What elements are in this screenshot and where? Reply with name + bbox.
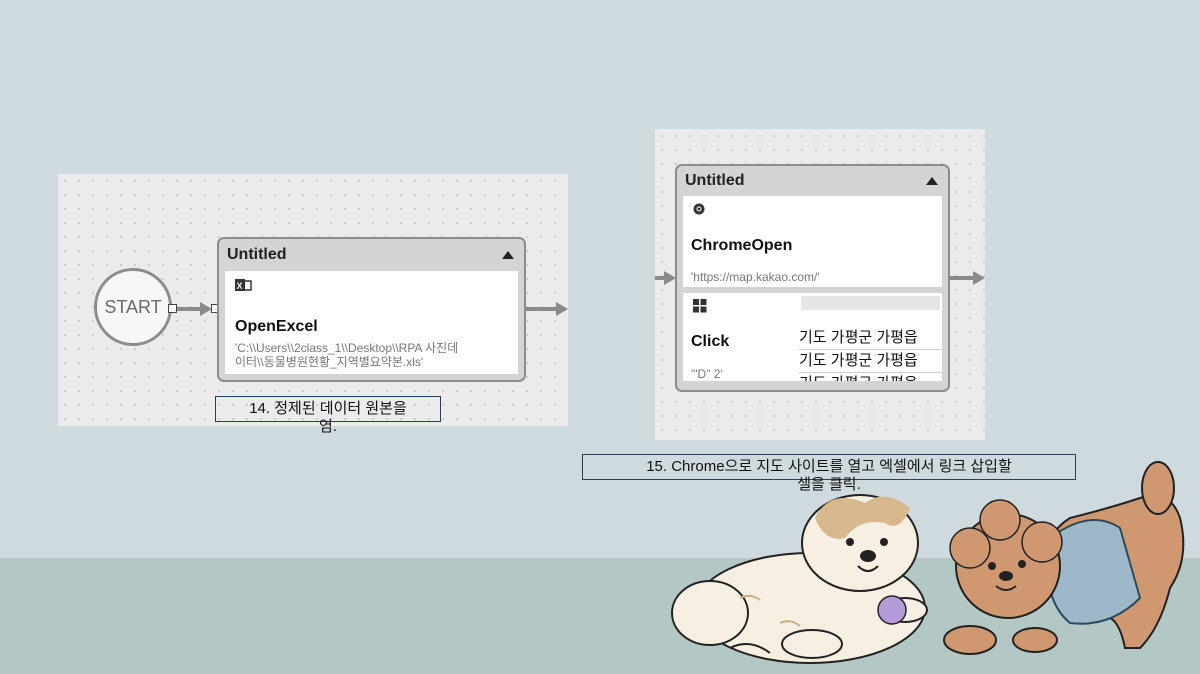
action-name: Click: [691, 333, 730, 350]
preview-cell: 기도 가평군 가평읍: [799, 350, 942, 373]
connector-arrow: [973, 271, 985, 285]
white-dog-illustration: [671, 494, 928, 664]
action-arg: '"D" 2': [691, 367, 723, 381]
start-output-port[interactable]: [168, 304, 177, 313]
excel-icon: X: [235, 279, 252, 291]
action-openexcel[interactable]: X OpenExcel 'C:\\Users\\2class_1\\Deskto…: [225, 271, 518, 374]
windows-icon: [693, 299, 707, 313]
brown-dog-illustration: [943, 461, 1185, 655]
caption-line: 14. 정제된 데이터 원본을: [249, 400, 407, 417]
caption-line: 염.: [319, 418, 337, 435]
group-header: Untitled: [219, 239, 524, 271]
svg-text:X: X: [237, 281, 243, 291]
action-click[interactable]: Click '"D" 2' 기도 가평군 가평읍 기도 가평군 가평읍 기도 가…: [683, 293, 942, 381]
preview-header: [801, 296, 940, 310]
caption-14: 14. 정제된 데이터 원본을 염.: [215, 396, 441, 435]
action-chromeopen[interactable]: ChromeOpen 'https://map.kakao.com/': [683, 196, 942, 287]
dogs-illustration: [671, 461, 1185, 664]
start-label: START: [104, 297, 162, 317]
action-arg-line2: 이터\\동물병원현황_지역별요약본.xls': [235, 355, 424, 369]
collapse-icon[interactable]: [502, 251, 514, 259]
group-out-connector: [526, 307, 558, 311]
preview-cell: 기도 가평군 가평읍: [799, 373, 942, 381]
action-name: OpenExcel: [235, 318, 318, 335]
action-arg-line1: 'C:\\Users\\2class_1\\Desktop\\RPA 사진데: [235, 341, 459, 355]
chrome-icon: [693, 203, 705, 215]
action-arg: 'https://map.kakao.com/': [691, 270, 820, 284]
preview-cell: 기도 가평군 가평읍: [799, 327, 942, 350]
start-node[interactable]: START: [94, 268, 172, 346]
group-node-left[interactable]: Untitled X OpenExcel 'C:\\Users\\2class_…: [217, 237, 526, 382]
group-title: Untitled: [685, 172, 745, 189]
action-name: ChromeOpen: [691, 237, 793, 254]
group-header: Untitled: [677, 166, 948, 196]
collapse-icon[interactable]: [926, 177, 938, 185]
connector-arrow: [556, 302, 568, 316]
group-node-right[interactable]: Untitled ChromeOpen 'https://map.kakao.c…: [675, 164, 950, 392]
click-target-preview: 기도 가평군 가평읍 기도 가평군 가평읍 기도 가평군 가평읍: [799, 293, 942, 381]
group-title: Untitled: [227, 246, 287, 263]
